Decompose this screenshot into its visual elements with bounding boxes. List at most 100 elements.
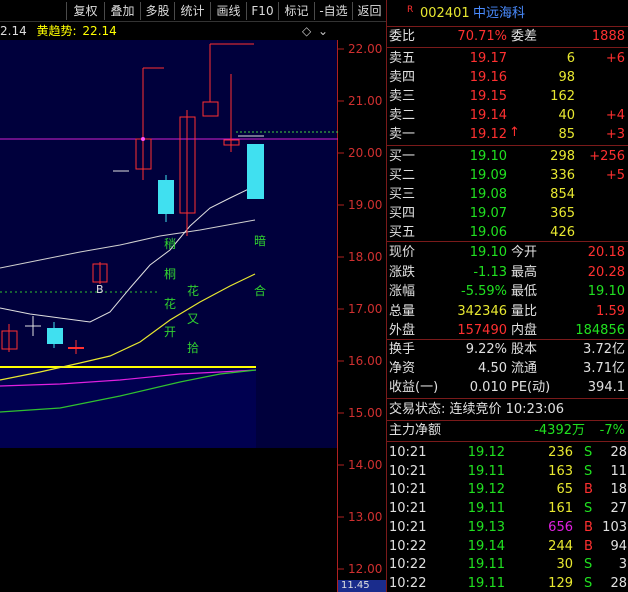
stat-value: 20.28 [587,264,625,280]
bid-price: 19.07 [469,206,507,221]
toolbar-button-watchlist[interactable]: -自选 [314,2,352,20]
candle [47,328,63,344]
chart-annotation: 稍 [164,237,177,251]
stat-value: 3.72亿 [583,342,625,357]
stat-label: 净资 [389,361,416,376]
tick-price: 19.14 [467,538,505,554]
stat-row: 现价 19.10 今开 20.18 [387,243,628,262]
bid-price: 19.09 [469,168,507,183]
indicator-name: 黄趋势: [36,24,77,38]
toolbar-button-fuquan[interactable]: 复权 [66,2,104,20]
stat-label: 今开 [511,245,538,260]
toolbar-button-statistics[interactable]: 统计 [174,2,210,20]
ask-price: 19.12 [469,127,507,142]
bid-label: 买四 [389,206,416,221]
bid-label: 买五 [389,225,416,240]
tick-side: B [584,482,593,498]
stat-label: PE(动) [511,380,551,395]
y-axis-label: 16.00 [348,354,383,368]
bid-row: 买五 19.06 426 [387,223,628,242]
code-badge: R [407,5,414,15]
ask-label: 卖一 [389,127,416,142]
stat-value: -1.13 [473,264,507,280]
ask-price: 19.15 [469,89,507,104]
candle [247,144,264,199]
ask-price: 19.17 [469,51,507,66]
candle [158,180,174,214]
bid-change: +256 [589,149,625,164]
ask-row: 卖五 19.17 6 +6 [387,49,628,68]
stat-label: 内盘 [511,323,538,338]
signal-dot [141,137,145,141]
bid-row: 买四 19.07 365 [387,204,628,223]
ask-change: +6 [605,51,625,66]
toolbar-button-back[interactable]: 返回 [352,2,386,20]
bid-label: 买三 [389,187,416,202]
tick-row: 10:22 19.14 244 B 94 [387,537,628,556]
tick-side: S [584,445,593,460]
bid-price: 19.08 [469,187,507,202]
y-axis-label: 22.00 [348,42,383,56]
tick-row: 10:21 19.12 65 B 18 [387,480,628,499]
stat-value: 1.59 [596,303,625,319]
bid-volume: 298 [550,149,575,164]
toolbar-button-overlay[interactable]: 叠加 [104,2,140,20]
weicha-value: 1888 [591,29,625,44]
y-axis-label: 20.00 [348,146,383,160]
chart-annotation: 花 [164,297,177,311]
tick-side: S [584,463,593,479]
arrow-up-icon: ↑ [509,125,520,140]
y-axis-label: 14.00 [348,458,383,472]
chevron-down-icon[interactable]: ⌄ [318,22,328,40]
bid-price: 19.10 [469,149,507,164]
tick-count: 3 [618,557,627,573]
ask-label: 卖四 [389,70,416,85]
tick-count: 28 [610,445,627,460]
main-flow-row: 主力净额 -4392万 -7% [387,421,628,440]
ask-volume: 162 [550,89,575,104]
y-axis-bottom-value: 11.45 [338,580,386,592]
tick-time: 10:22 [389,538,427,554]
bid-label: 买一 [389,149,416,164]
stock-name[interactable]: 中远海科 [473,4,525,23]
ask-volume: 6 [566,51,575,66]
toolbar-button-mark[interactable]: 标记 [278,2,314,20]
tick-time: 10:21 [389,445,427,460]
tick-count: 11 [610,463,627,479]
ask-row: 卖二 19.14 40 +4 [387,106,628,125]
bid-label: 买二 [389,168,416,183]
ask-price: 19.16 [469,70,507,85]
stat-row: 总量 342346 量比 1.59 [387,302,628,321]
tick-row: 10:21 19.11 161 S 27 [387,499,628,518]
stat-label: 最高 [511,264,538,280]
stat-row: 收益(一) 0.010 PE(动) 394.1 [387,378,628,397]
stat-row: 外盘 157490 内盘 184856 [387,321,628,340]
tick-volume: 656 [548,519,573,535]
diamond-icon[interactable]: ◇ [302,22,311,40]
y-axis-ticks [338,48,344,570]
toolbar-button-f10[interactable]: F10 [246,2,278,20]
main-flow-pct: -7% [599,423,625,438]
tick-volume: 129 [548,575,573,591]
y-axis-label: 15.00 [348,406,383,420]
tick-time: 10:22 [389,575,427,591]
toolbar-button-draw-line[interactable]: 画线 [210,2,246,20]
chart-annotation: 暗 [254,234,267,248]
chart-annotation: 开 [164,325,177,339]
ask-row: 卖一 19.12 85 +3 [387,125,628,144]
stat-value: 342346 [457,303,507,319]
stat-value: 19.10 [469,245,507,260]
tick-price: 19.13 [467,519,505,535]
stat-row: 净资 4.50 流通 3.71亿 [387,359,628,378]
tick-volume: 163 [548,463,573,479]
stat-label: 量比 [511,303,538,319]
ask-label: 卖二 [389,108,416,123]
tick-side: B [584,538,593,554]
tick-count: 94 [610,538,627,554]
tick-time: 10:21 [389,519,427,535]
stat-label: 总量 [389,303,416,319]
stock-code[interactable]: 002401 [420,4,470,23]
toolbar-button-multi-stock[interactable]: 多股 [140,2,174,20]
tick-time: 10:22 [389,557,427,573]
y-axis-label: 21.00 [348,94,383,108]
